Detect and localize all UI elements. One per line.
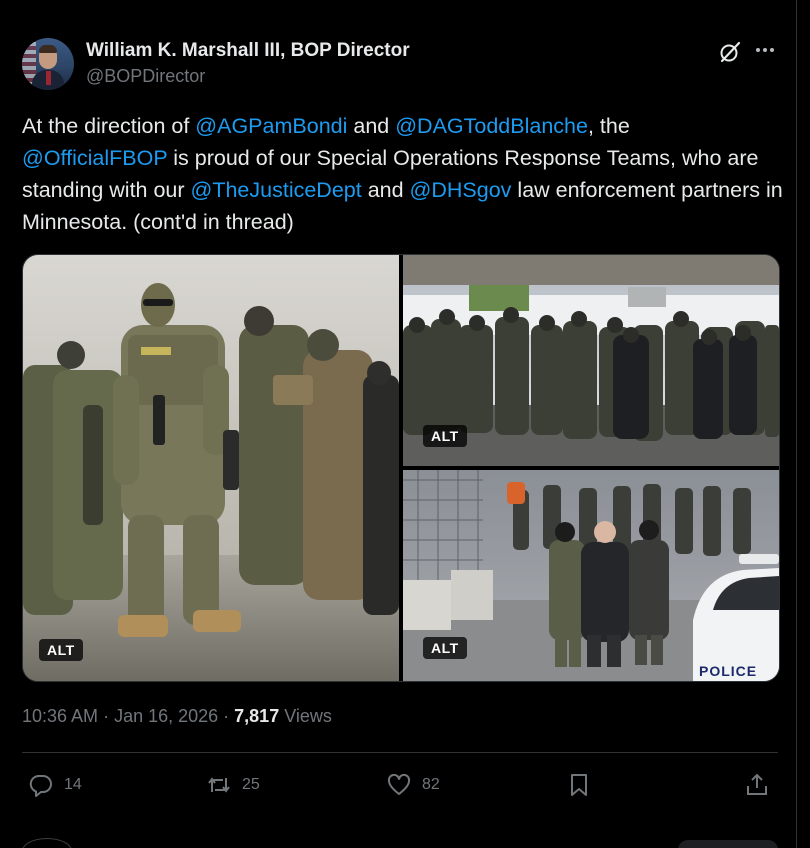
repost-count: 25 bbox=[242, 776, 260, 793]
tweet-text-segment: and bbox=[361, 178, 410, 202]
views-label: Views bbox=[279, 706, 332, 726]
share-button[interactable] bbox=[744, 770, 770, 800]
reply-button[interactable]: 14 bbox=[28, 770, 82, 800]
police-car-label: POLICE bbox=[699, 663, 757, 679]
mention-link[interactable]: @AGPamBondi bbox=[195, 114, 347, 138]
repost-button[interactable]: 25 bbox=[206, 770, 260, 800]
photo-soldiers-group[interactable]: ALT bbox=[23, 255, 399, 681]
like-button[interactable]: 82 bbox=[386, 770, 440, 800]
photo-arrest-escort[interactable]: POLICE ALT bbox=[403, 470, 779, 681]
photo-team-lineup[interactable]: ALT bbox=[403, 255, 779, 466]
tweet-text-segment: , the bbox=[587, 114, 630, 138]
alt-badge[interactable]: ALT bbox=[423, 425, 467, 447]
meta-separator: · bbox=[218, 706, 235, 726]
mention-link[interactable]: @OfficialFBOP bbox=[22, 146, 167, 170]
tweet-date[interactable]: Jan 16, 2026 bbox=[114, 706, 218, 726]
bookmark-icon bbox=[571, 774, 587, 796]
author-display-name[interactable]: William K. Marshall III, BOP Director bbox=[86, 40, 410, 62]
more-horizontal-icon[interactable] bbox=[752, 38, 778, 64]
meta-separator: · bbox=[98, 706, 115, 726]
media-grid: ALT ALT POLICE ALT bbox=[22, 254, 780, 682]
column-divider bbox=[796, 0, 797, 848]
divider bbox=[22, 752, 778, 753]
mention-link[interactable]: @TheJusticeDept bbox=[191, 178, 362, 202]
like-count: 82 bbox=[422, 776, 440, 793]
reply-icon bbox=[29, 774, 52, 797]
tweet-meta: 10:36 AM · Jan 16, 2026 · 7,817 Views bbox=[22, 706, 332, 727]
mention-link[interactable]: @DHSgov bbox=[410, 178, 512, 202]
tweet-time[interactable]: 10:36 AM bbox=[22, 706, 98, 726]
alt-badge[interactable]: ALT bbox=[423, 637, 467, 659]
share-icon bbox=[747, 773, 767, 795]
heart-icon bbox=[387, 773, 411, 795]
tweet-text: At the direction of @AGPamBondi and @DAG… bbox=[22, 110, 792, 238]
tweet-text-segment: At the direction of bbox=[22, 114, 196, 138]
mention-link[interactable]: @DAGToddBlanche bbox=[395, 114, 588, 138]
tweet-page: William K. Marshall III, BOP Director @B… bbox=[0, 0, 810, 848]
author-handle[interactable]: @BOPDirector bbox=[86, 66, 205, 87]
alt-badge[interactable]: ALT bbox=[39, 639, 83, 661]
reply-count: 14 bbox=[64, 776, 82, 793]
bookmark-button[interactable] bbox=[566, 770, 592, 800]
views-count: 7,817 bbox=[234, 706, 280, 726]
repost-icon bbox=[208, 777, 230, 793]
avatar[interactable] bbox=[22, 38, 74, 90]
tweet-text-segment: and bbox=[347, 114, 396, 138]
grok-icon[interactable] bbox=[718, 40, 742, 64]
reply-button-partial[interactable] bbox=[678, 840, 778, 848]
reply-avatar-partial bbox=[22, 838, 72, 848]
